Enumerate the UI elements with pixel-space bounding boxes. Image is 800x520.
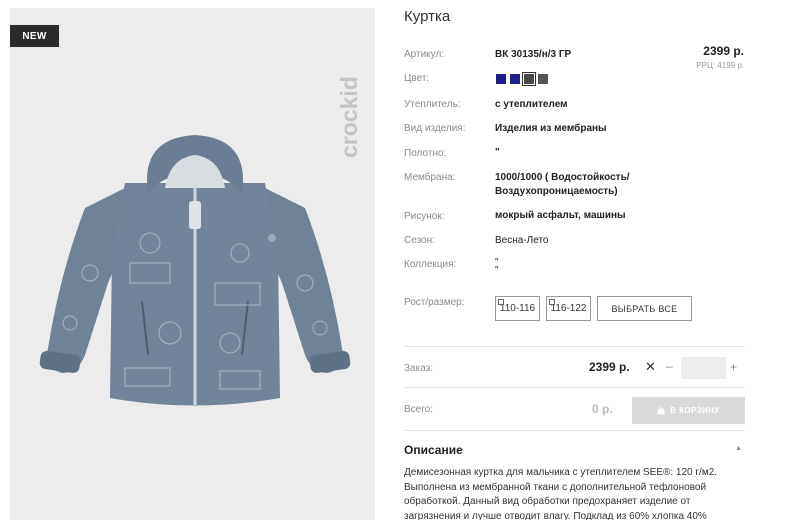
pattern-value: мокрый асфальт, машины xyxy=(495,210,626,221)
add-to-cart-button[interactable]: В КОРЗИНУ xyxy=(632,397,745,424)
size-label: Рост/размер: xyxy=(404,297,465,308)
total-price: 0 р. xyxy=(592,402,613,416)
select-all-button[interactable]: ВЫБРАТЬ ВСЕ xyxy=(597,296,692,321)
swatch-grey-dark-selected[interactable] xyxy=(522,72,536,86)
article-label: Артикул: xyxy=(404,49,445,60)
insulation-label: Утеплитель: xyxy=(404,99,461,110)
divider xyxy=(404,430,745,431)
collection-value-line2: " xyxy=(495,265,499,276)
product-price: 2399 р. xyxy=(703,44,744,58)
description-title[interactable]: Описание xyxy=(404,443,463,457)
product-title: Куртка xyxy=(404,8,451,25)
swatch-navy[interactable] xyxy=(496,74,506,84)
new-badge: NEW xyxy=(10,25,59,47)
add-to-cart-label: В КОРЗИНУ xyxy=(670,406,720,415)
season-label: Сезон: xyxy=(404,235,435,246)
rrc-price: РРЦ: 4199 р. xyxy=(696,61,744,70)
qty-plus-button[interactable]: + xyxy=(730,360,737,374)
product-photo[interactable]: NEW crockid xyxy=(10,8,375,520)
swatch-grey[interactable] xyxy=(538,74,548,84)
fabric-value: " xyxy=(495,147,500,158)
size-checkbox-icon[interactable] xyxy=(498,299,504,305)
season-value: Весна-Лето xyxy=(495,235,549,246)
size-checkbox-icon[interactable] xyxy=(549,299,555,305)
membrane-label: Мембрана: xyxy=(404,172,456,183)
membrane-value-line2: Воздухопроницаемость) xyxy=(495,186,618,197)
size-option-label: 110-116 xyxy=(499,303,536,314)
description-text: Демисезонная куртка для мальчика с утепл… xyxy=(404,467,718,520)
remove-icon[interactable]: ✕ xyxy=(645,359,656,375)
pattern-label: Рисунок: xyxy=(404,211,445,222)
article-value: ВК 30135/н/3 ГР xyxy=(495,49,572,60)
total-label: Всего: xyxy=(404,404,433,415)
color-swatches xyxy=(496,72,548,86)
insulation-value: с утеплителем xyxy=(495,99,568,110)
type-label: Вид изделия: xyxy=(404,123,466,134)
order-label: Заказ: xyxy=(404,363,434,374)
membrane-value-line1: 1000/1000 ( Водостойкость/ xyxy=(495,172,630,183)
swatch-navy-2[interactable] xyxy=(510,74,520,84)
type-value: Изделия из мембраны xyxy=(495,123,607,134)
fabric-label: Полотно: xyxy=(404,148,447,159)
color-label: Цвет: xyxy=(404,73,430,84)
collapse-chevron-icon[interactable]: ▲ xyxy=(735,445,742,452)
order-price: 2399 р. xyxy=(589,360,630,374)
qty-minus-button[interactable]: – xyxy=(666,359,673,373)
size-option-label: 116-122 xyxy=(550,303,587,314)
size-option-110-116[interactable]: 110-116 xyxy=(495,296,540,321)
qty-input[interactable] xyxy=(681,357,726,379)
collection-label: Коллекция: xyxy=(404,259,457,270)
divider xyxy=(404,346,745,347)
divider xyxy=(404,387,745,388)
jacket-image xyxy=(39,135,351,406)
size-option-116-122[interactable]: 116-122 xyxy=(546,296,591,321)
basket-icon xyxy=(657,406,665,414)
